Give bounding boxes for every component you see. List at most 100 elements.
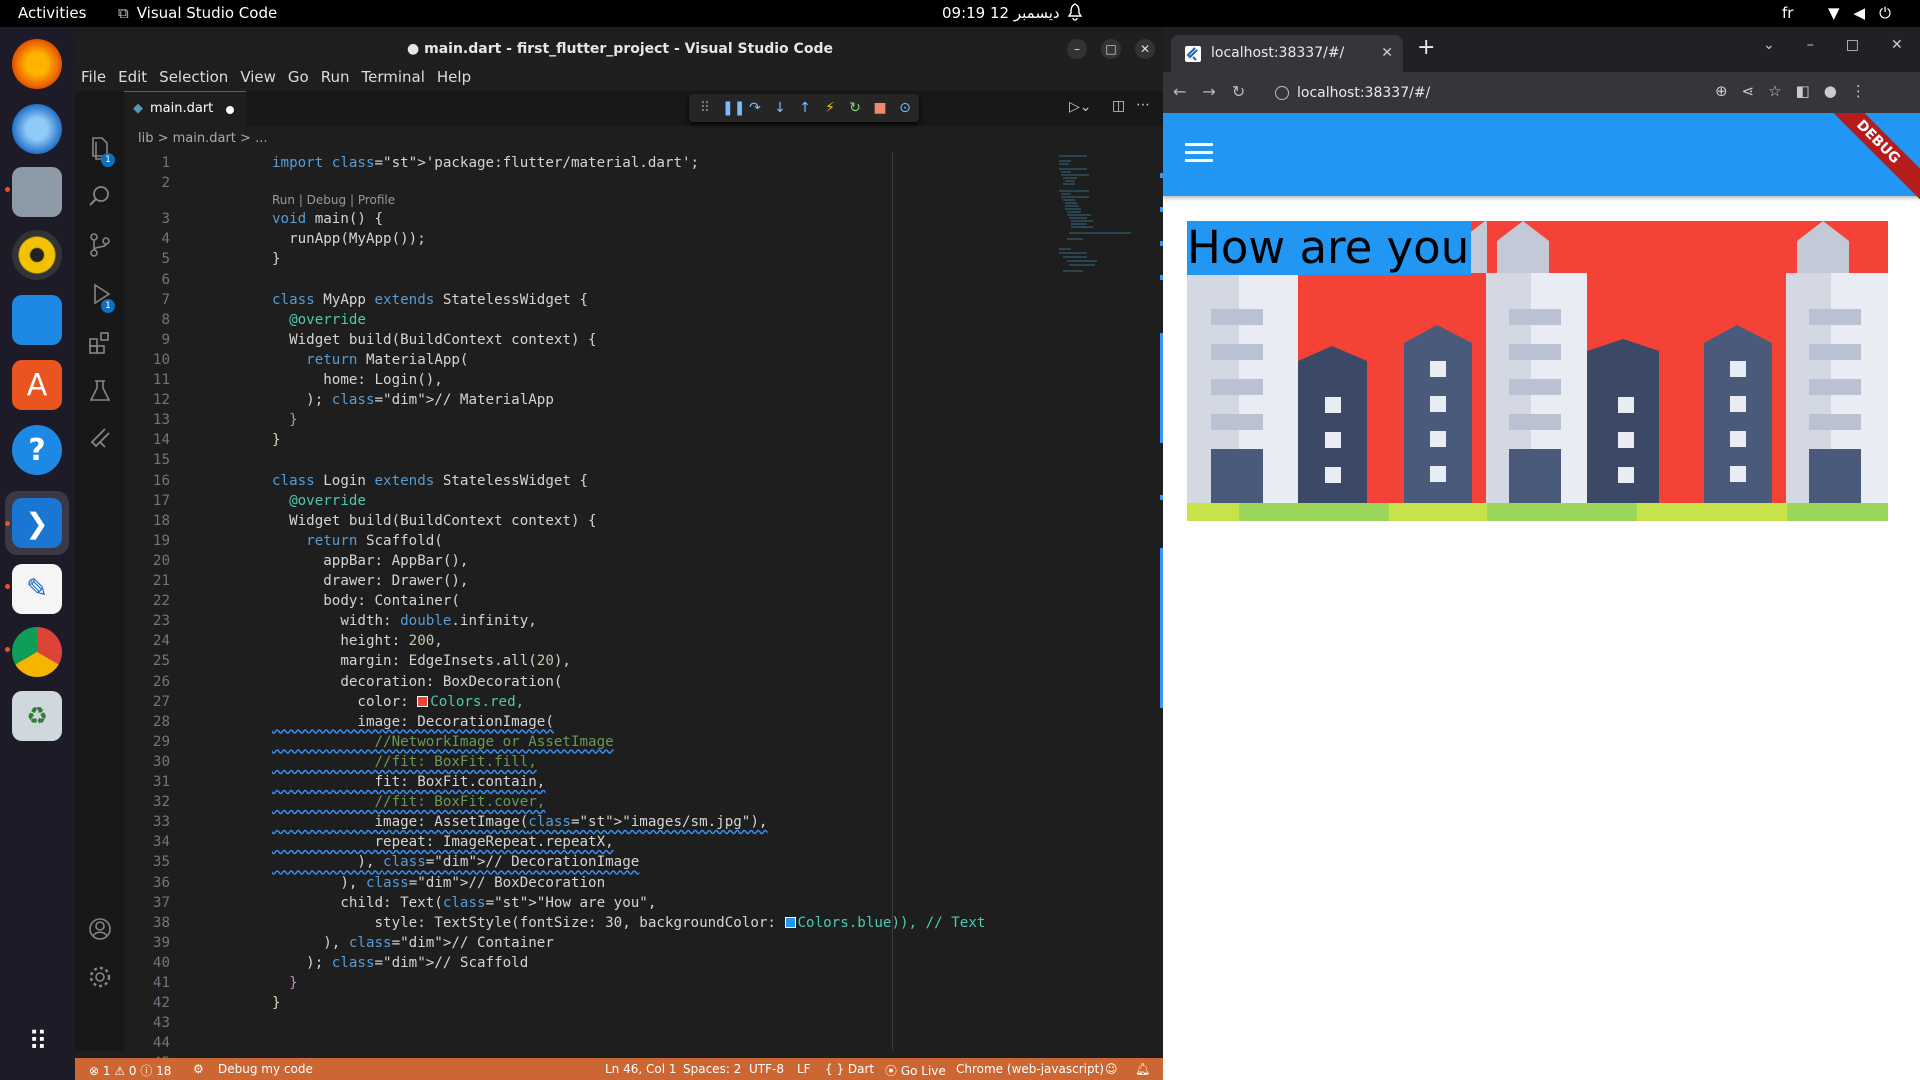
code-line: } bbox=[272, 975, 298, 991]
debug-status-icon[interactable]: ⚙ bbox=[193, 1062, 204, 1076]
menu-selection[interactable]: Selection bbox=[153, 65, 234, 91]
close-button[interactable]: ✕ bbox=[1891, 37, 1903, 53]
search-icon[interactable] bbox=[87, 183, 113, 209]
source-control-icon[interactable] bbox=[87, 232, 113, 258]
code-line: drawer: Drawer(), bbox=[272, 573, 469, 589]
code-line: } bbox=[272, 412, 298, 429]
step-out-icon[interactable]: ↑ bbox=[797, 100, 813, 116]
encoding[interactable]: UTF-8 bbox=[749, 1062, 784, 1076]
more-actions-icon[interactable]: ⋯ bbox=[1136, 97, 1150, 113]
unsaved-indicator[interactable] bbox=[226, 106, 234, 114]
debug-mode-label[interactable]: Debug my code bbox=[218, 1062, 313, 1076]
hamburger-menu-icon[interactable] bbox=[1185, 143, 1213, 165]
site-info-icon[interactable] bbox=[1275, 86, 1289, 100]
testing-icon[interactable] bbox=[87, 378, 113, 404]
menu-terminal[interactable]: Terminal bbox=[356, 65, 431, 91]
code-line: //NetworkImage or AssetImage bbox=[272, 733, 614, 750]
address-bar[interactable]: localhost:38337/#/ bbox=[1267, 79, 1747, 107]
settings-gear-icon[interactable] bbox=[87, 964, 113, 990]
app-bar bbox=[1163, 113, 1920, 196]
codelens[interactable]: Run | Debug | Profile bbox=[272, 193, 395, 207]
pause-icon[interactable]: ❚❚ bbox=[722, 100, 745, 116]
hot-reload-icon[interactable]: ⚡ bbox=[822, 100, 838, 116]
reload-icon[interactable]: ↻ bbox=[1232, 82, 1245, 101]
close-tab-icon[interactable]: ✕ bbox=[1381, 35, 1393, 71]
minimize-button[interactable]: – bbox=[1067, 39, 1087, 59]
maximize-button[interactable]: □ bbox=[1101, 39, 1121, 59]
firefox-icon[interactable] bbox=[12, 39, 62, 89]
activities-button[interactable]: Activities bbox=[18, 4, 86, 22]
chrome-menu-icon[interactable]: ⋮ bbox=[1851, 82, 1866, 100]
keyboard-layout[interactable]: fr bbox=[1782, 4, 1793, 22]
bookmark-star-icon[interactable]: ☆ bbox=[1768, 82, 1781, 100]
volume-icon: ◀ bbox=[1853, 4, 1866, 22]
notifications-icon[interactable]: 🔔︎ bbox=[1135, 1062, 1150, 1076]
help-icon[interactable]: ? bbox=[12, 425, 62, 475]
tab-search-icon[interactable]: ⌄ bbox=[1763, 37, 1775, 53]
code-line: Widget build(BuildContext context) { bbox=[272, 331, 597, 348]
end-of-line[interactable]: LF bbox=[797, 1062, 811, 1076]
text-editor-icon[interactable]: ✎ bbox=[12, 564, 62, 614]
clock[interactable]: 09:19 12 ديسمبر bbox=[942, 4, 1060, 22]
color-swatch[interactable] bbox=[784, 916, 796, 928]
window-titlebar[interactable]: ● main.dart - first_flutter_project - Vi… bbox=[75, 33, 1165, 65]
back-icon[interactable]: ← bbox=[1173, 82, 1186, 101]
show-apps-icon[interactable]: ⠿ bbox=[12, 1017, 62, 1067]
profile-avatar-icon[interactable]: ● bbox=[1824, 82, 1837, 100]
color-swatch[interactable] bbox=[417, 695, 429, 707]
inspect-icon[interactable]: ⊙ bbox=[897, 100, 913, 116]
menu-help[interactable]: Help bbox=[431, 65, 477, 91]
flutter-icon[interactable] bbox=[87, 426, 113, 452]
problems-indicator[interactable]: ⊗ 1 ⚠ 0 ⓘ 18 bbox=[89, 1062, 171, 1079]
split-editor-icon[interactable]: ◫ bbox=[1112, 98, 1125, 114]
vscode-icon[interactable]: ❯ bbox=[12, 498, 62, 548]
step-into-icon[interactable]: ↓ bbox=[772, 100, 788, 116]
feedback-icon[interactable]: ☺ bbox=[1105, 1062, 1118, 1076]
side-panel-icon[interactable]: ◧ bbox=[1796, 82, 1810, 100]
language-mode[interactable]: { } Dart bbox=[825, 1062, 874, 1076]
indentation[interactable]: Spaces: 2 bbox=[683, 1062, 741, 1076]
app-center-icon[interactable]: A bbox=[12, 360, 62, 410]
code-editor[interactable]: Run | Debug | Profile 1 2 3 4 5 6 7 8 9 10 11 12 13 1… bbox=[124, 151, 1165, 1071]
line-number: 14 bbox=[152, 432, 170, 449]
device-selector[interactable]: Chrome (web-javascript) bbox=[956, 1062, 1104, 1076]
zoom-icon[interactable]: ⊕ bbox=[1715, 82, 1728, 100]
chrome-icon[interactable] bbox=[12, 627, 62, 677]
code-line: } bbox=[272, 251, 281, 268]
new-tab-icon[interactable]: + bbox=[1417, 35, 1435, 60]
dock: A ? ❯ ✎ ♻ ⠿ bbox=[0, 27, 74, 1080]
menu-go[interactable]: Go bbox=[282, 65, 315, 91]
minimap[interactable] bbox=[1057, 153, 1147, 283]
browser-tab[interactable]: localhost:38337/#/ ✕ bbox=[1171, 35, 1403, 72]
trash-icon[interactable]: ♻ bbox=[12, 691, 62, 741]
run-icon[interactable]: ▷⌄ bbox=[1069, 99, 1092, 115]
system-menu[interactable]: ▼ ◀ ⏻ bbox=[1828, 4, 1891, 22]
line-number: 5 bbox=[161, 251, 170, 268]
thunderbird-icon[interactable] bbox=[12, 104, 62, 154]
forward-icon[interactable]: → bbox=[1202, 82, 1215, 101]
app-menu[interactable]: ⧉ Visual Studio Code bbox=[118, 4, 277, 22]
line-number: 12 bbox=[152, 392, 170, 409]
menu-file[interactable]: File bbox=[75, 65, 112, 91]
breadcrumb[interactable]: lib > main.dart > ... bbox=[138, 131, 267, 146]
code-line: margin: EdgeInsets.all(20), bbox=[272, 653, 571, 670]
close-button[interactable]: ✕ bbox=[1135, 39, 1155, 59]
minimize-button[interactable]: – bbox=[1807, 37, 1814, 53]
share-icon[interactable]: ⋖ bbox=[1742, 82, 1755, 100]
menu-run[interactable]: Run bbox=[315, 65, 356, 91]
files-icon[interactable] bbox=[12, 167, 62, 217]
extensions-icon[interactable] bbox=[87, 329, 113, 355]
account-icon[interactable] bbox=[87, 916, 113, 942]
go-live-button[interactable]: ⦿ Go Live bbox=[885, 1062, 946, 1079]
tab-main-dart[interactable]: ◆ main.dart bbox=[124, 91, 246, 126]
rhythmbox-icon[interactable] bbox=[12, 230, 62, 280]
writer-icon[interactable] bbox=[12, 295, 62, 345]
restart-icon[interactable]: ↻ bbox=[847, 100, 863, 116]
drag-handle-icon[interactable]: ⠿ bbox=[697, 100, 713, 116]
menu-edit[interactable]: Edit bbox=[112, 65, 153, 91]
stop-icon[interactable]: ■ bbox=[872, 100, 888, 116]
menu-view[interactable]: View bbox=[234, 65, 282, 91]
cursor-position[interactable]: Ln 46, Col 1 bbox=[605, 1062, 677, 1076]
maximize-button[interactable]: □ bbox=[1846, 37, 1859, 53]
step-over-icon[interactable]: ↷ bbox=[747, 100, 763, 116]
